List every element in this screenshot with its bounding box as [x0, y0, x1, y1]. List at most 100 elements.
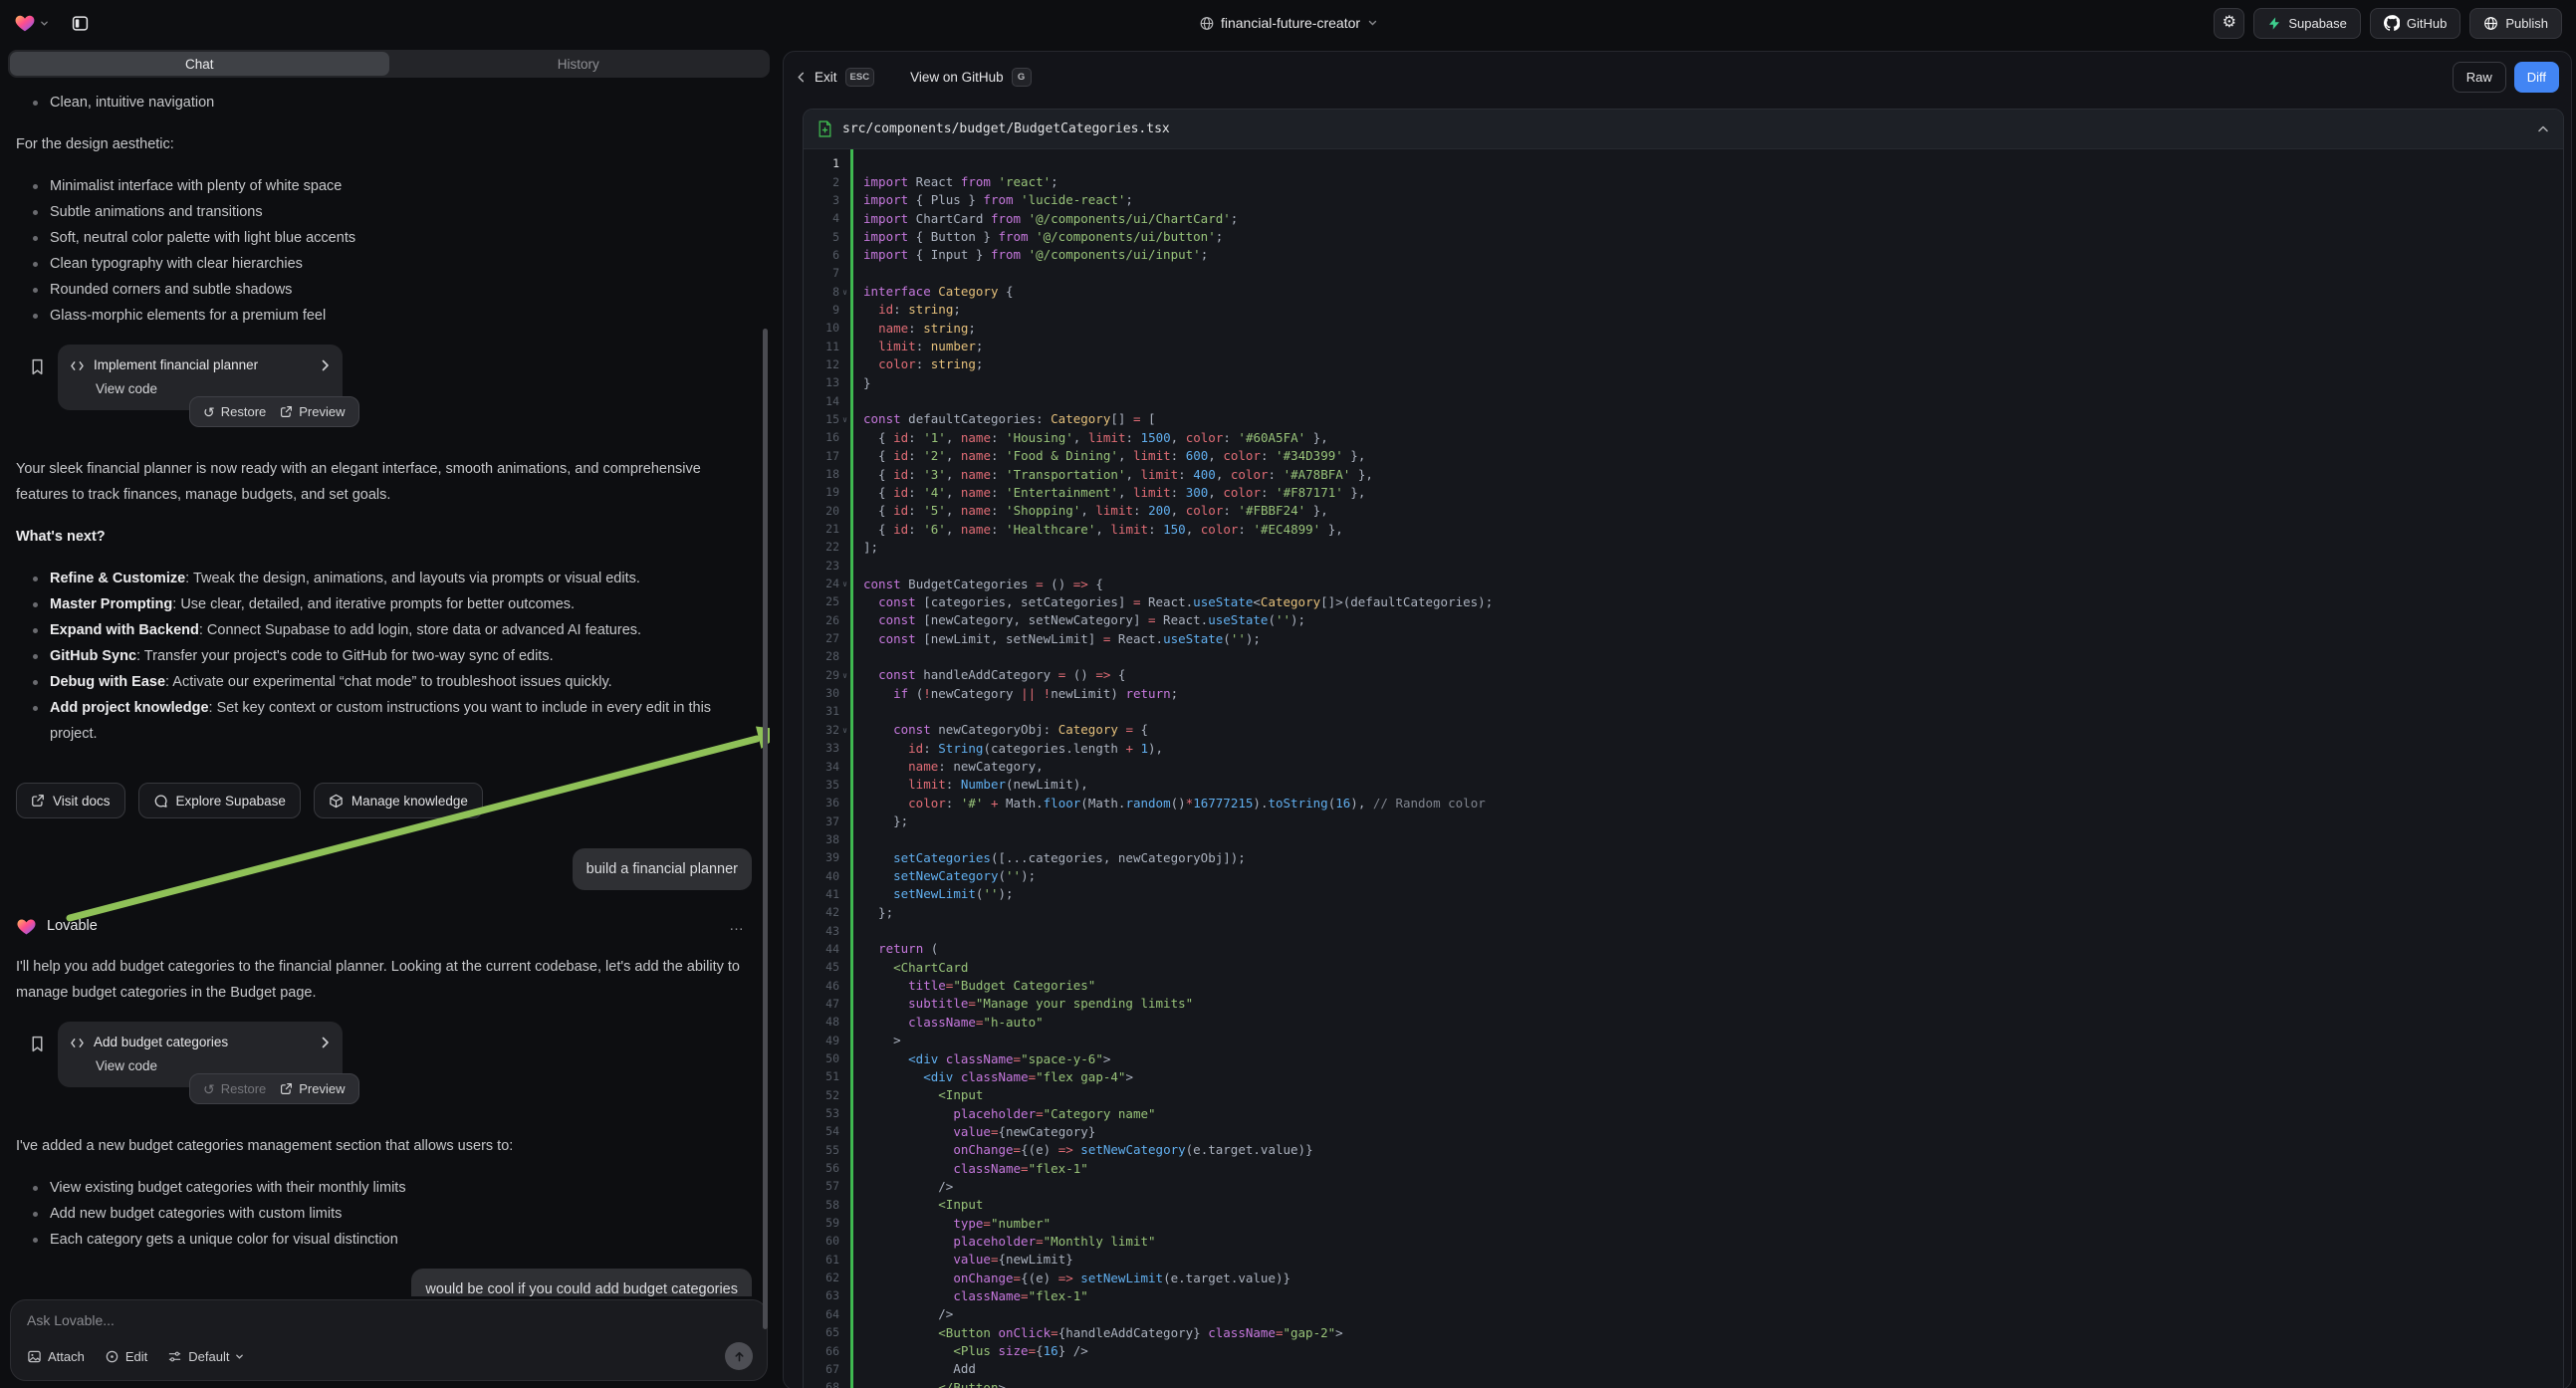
code-line: 68 </Button>	[804, 1378, 2563, 1388]
code-line: 50 <div className="space-y-6">	[804, 1049, 2563, 1067]
code-line: 19 { id: '4', name: 'Entertainment', lim…	[804, 483, 2563, 501]
line-number: 52	[804, 1088, 839, 1102]
version-card-title: Implement financial planner	[94, 352, 311, 378]
code-text: </Button>	[850, 1380, 1006, 1388]
tab-history[interactable]: History	[389, 52, 769, 76]
preview-button[interactable]: Preview	[280, 1081, 345, 1096]
mode-selector[interactable]: Default	[167, 1349, 244, 1364]
raw-toggle-button[interactable]: Raw	[2453, 62, 2506, 93]
attach-button[interactable]: Attach	[27, 1349, 85, 1364]
code-line: 15∨const defaultCategories: Category[] =…	[804, 410, 2563, 428]
gutter-spacer	[839, 930, 850, 932]
supabase-button[interactable]: Supabase	[2253, 8, 2361, 39]
edit-mode-button[interactable]: Edit	[105, 1349, 147, 1364]
publish-button[interactable]: Publish	[2469, 8, 2562, 39]
code-text: id: string;	[850, 302, 961, 317]
code-text: <div className="flex gap-4">	[850, 1069, 1133, 1084]
project-switcher[interactable]: financial-future-creator	[1199, 0, 1377, 46]
chat-bullet-item: Soft, neutral color palette with light b…	[16, 225, 753, 251]
code-panel-header: Exit ESC View on GitHub G Raw Diff	[784, 52, 2571, 102]
code-line: 8∨interface Category {	[804, 282, 2563, 300]
version-card-title-row[interactable]: Implement financial planner	[70, 353, 331, 377]
restore-button[interactable]: ↺Restore	[203, 404, 266, 419]
more-options-button[interactable]: …	[729, 913, 746, 939]
view-on-github-button[interactable]: View on GitHub G	[910, 68, 1032, 87]
line-number: 17	[804, 449, 839, 463]
user-message: build a financial planner	[573, 848, 752, 890]
view-code-link[interactable]: View code	[96, 1056, 157, 1076]
chat-bullet-item: Clean, intuitive navigation	[16, 90, 753, 116]
line-number: 41	[804, 887, 839, 901]
code-text: { id: '2', name: 'Food & Dining', limit:…	[850, 448, 1365, 463]
version-card-title-row[interactable]: Add budget categories	[70, 1031, 331, 1054]
code-line: 4import ChartCard from '@/components/ui/…	[804, 209, 2563, 227]
diff-toggle-button[interactable]: Diff	[2514, 62, 2559, 93]
collapse-file-button[interactable]	[2537, 123, 2549, 135]
chat-heading: What's next?	[16, 524, 743, 550]
gutter-spacer	[839, 1167, 850, 1169]
gutter-spacer	[839, 565, 850, 567]
code-line: 46 title="Budget Categories"	[804, 976, 2563, 994]
explore-supabase-button[interactable]: Explore Supabase	[138, 783, 301, 818]
code-text: <Plus size={16} />	[850, 1343, 1088, 1358]
chat-bullet-item: Minimalist interface with plenty of whit…	[16, 173, 753, 199]
code-line: 32∨ const newCategoryObj: Category = {	[804, 721, 2563, 739]
code-line: 63 className="flex-1"	[804, 1286, 2563, 1304]
chat-paragraph: I've added a new budget categories manag…	[16, 1133, 743, 1159]
chat-bullet-list: View existing budget categories with the…	[16, 1175, 760, 1253]
line-number: 34	[804, 760, 839, 774]
code-line: 44 return (	[804, 940, 2563, 958]
chat-input[interactable]	[27, 1312, 753, 1336]
code-line: 53 placeholder="Category name"	[804, 1104, 2563, 1122]
toggle-sidebar-button[interactable]	[65, 8, 95, 38]
gutter-spacer	[839, 948, 850, 950]
exit-button[interactable]: Exit ESC	[796, 68, 874, 87]
gutter-spacer	[839, 1204, 850, 1206]
code-line: 36 color: '#' + Math.floor(Math.random()…	[804, 794, 2563, 811]
code-line: 47 subtitle="Manage your spending limits…	[804, 995, 2563, 1013]
code-line: 62 onChange={(e) => setNewLimit(e.target…	[804, 1269, 2563, 1286]
view-code-link[interactable]: View code	[96, 379, 157, 399]
line-number: 21	[804, 522, 839, 536]
code-line: 17 { id: '2', name: 'Food & Dining', lim…	[804, 447, 2563, 465]
code-editor[interactable]: 12import React from 'react';3import { Pl…	[804, 149, 2563, 1388]
line-number: 45	[804, 960, 839, 974]
line-number: 38	[804, 832, 839, 846]
code-text: <ChartCard	[850, 960, 968, 975]
code-text: { id: '1', name: 'Housing', limit: 1500,…	[850, 430, 1328, 445]
preview-button[interactable]: Preview	[280, 404, 345, 419]
fold-chevron-icon: ∨	[839, 287, 850, 297]
settings-button[interactable]: ⚙	[2214, 8, 2244, 39]
line-number: 63	[804, 1288, 839, 1302]
code-line: 57 />	[804, 1177, 2563, 1195]
code-line: 61 value={newLimit}	[804, 1251, 2563, 1269]
code-line: 65 <Button onClick={handleAddCategory} c…	[804, 1323, 2563, 1341]
chevron-left-icon	[796, 72, 807, 83]
chat-panel: Chat History Clean, intuitive navigation…	[8, 46, 770, 1388]
restore-button[interactable]: ↺Restore	[203, 1081, 266, 1096]
code-line: 52 <Input	[804, 1086, 2563, 1104]
chat-bullet-item: Glass-morphic elements for a premium fee…	[16, 303, 753, 329]
chat-paragraph: I'll help you add budget categories to t…	[16, 954, 743, 1006]
manage-knowledge-button[interactable]: Manage knowledge	[314, 783, 483, 818]
target-icon	[105, 1349, 119, 1364]
line-number: 35	[804, 778, 839, 792]
github-button[interactable]: GitHub	[2370, 8, 2460, 39]
code-line: 5import { Button } from '@/components/ui…	[804, 227, 2563, 245]
line-number: 1	[804, 156, 839, 170]
chat-scrollbar[interactable]	[763, 329, 768, 1329]
gutter-spacer	[839, 1294, 850, 1296]
visit-docs-button[interactable]: Visit docs	[16, 783, 125, 818]
code-text: >	[850, 1033, 901, 1047]
line-number: 49	[804, 1034, 839, 1047]
gutter-spacer	[839, 217, 850, 219]
send-button[interactable]	[725, 1342, 753, 1370]
lovable-logo-menu[interactable]	[14, 12, 49, 34]
tab-chat[interactable]: Chat	[10, 52, 389, 76]
file-header[interactable]: src/components/budget/BudgetCategories.t…	[804, 110, 2563, 149]
code-line: 48 className="h-auto"	[804, 1013, 2563, 1031]
quick-action-chips: Visit docs Explore Supabase Manage knowled…	[16, 783, 760, 818]
gutter-spacer	[839, 491, 850, 493]
lovable-heart-icon	[16, 916, 37, 937]
chat-bullet-item: Master Prompting: Use clear, detailed, a…	[16, 591, 753, 617]
